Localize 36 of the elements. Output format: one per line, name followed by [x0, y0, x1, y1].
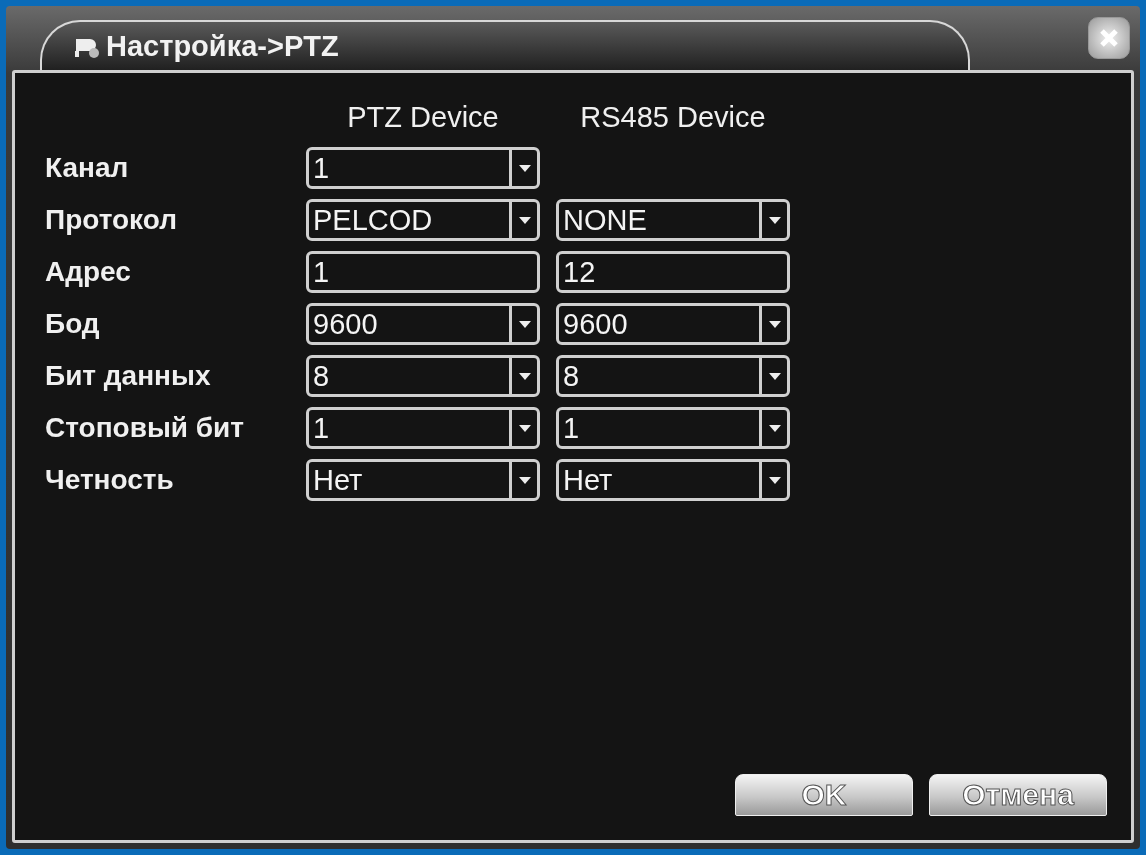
dropdown-arrow-icon: [767, 319, 782, 329]
window-title: Настройка->PTZ: [106, 29, 339, 63]
dropdown-arrow-icon: [517, 215, 532, 225]
field-label: Стоповый бит: [45, 412, 246, 444]
field-label: Бод: [45, 308, 101, 340]
column-heading: RS485 Device: [579, 101, 767, 135]
input-field[interactable]: 12: [556, 251, 790, 293]
dropdown-arrow-icon: [767, 475, 782, 485]
dropdown-arrow-icon: [767, 371, 782, 381]
dropdown-arrow-icon: [517, 371, 532, 381]
field-label: Протокол: [45, 204, 178, 236]
dropdown-arrow-icon: [767, 423, 782, 433]
dropdown-arrow-icon: [517, 163, 532, 173]
field-label: Адрес: [45, 256, 132, 288]
close-button[interactable]: [1088, 17, 1130, 59]
dropdown-field[interactable]: 1: [556, 407, 790, 449]
dropdown-field[interactable]: PELCOD: [306, 199, 540, 241]
dropdown-field[interactable]: Нет: [556, 459, 790, 501]
dropdown-arrow-icon: [517, 423, 532, 433]
field-label: Бит данных: [45, 360, 212, 392]
column-heading: PTZ Device: [346, 101, 500, 135]
dropdown-field[interactable]: NONE: [556, 199, 790, 241]
close-icon: [1099, 28, 1119, 48]
dropdown-field[interactable]: 8: [556, 355, 790, 397]
dropdown-field[interactable]: 8: [306, 355, 540, 397]
field-label: Четность: [45, 464, 175, 496]
input-field[interactable]: 1: [306, 251, 540, 293]
dropdown-arrow-icon: [517, 475, 532, 485]
field-label: Канал: [45, 152, 130, 184]
dropdown-field[interactable]: 9600: [306, 303, 540, 345]
dropdown-arrow-icon: [767, 215, 782, 225]
dropdown-field[interactable]: 1: [306, 147, 540, 189]
dropdown-field[interactable]: 9600: [556, 303, 790, 345]
dropdown-field[interactable]: Нет: [306, 459, 540, 501]
dropdown-field[interactable]: 1: [306, 407, 540, 449]
dropdown-arrow-icon: [517, 319, 532, 329]
